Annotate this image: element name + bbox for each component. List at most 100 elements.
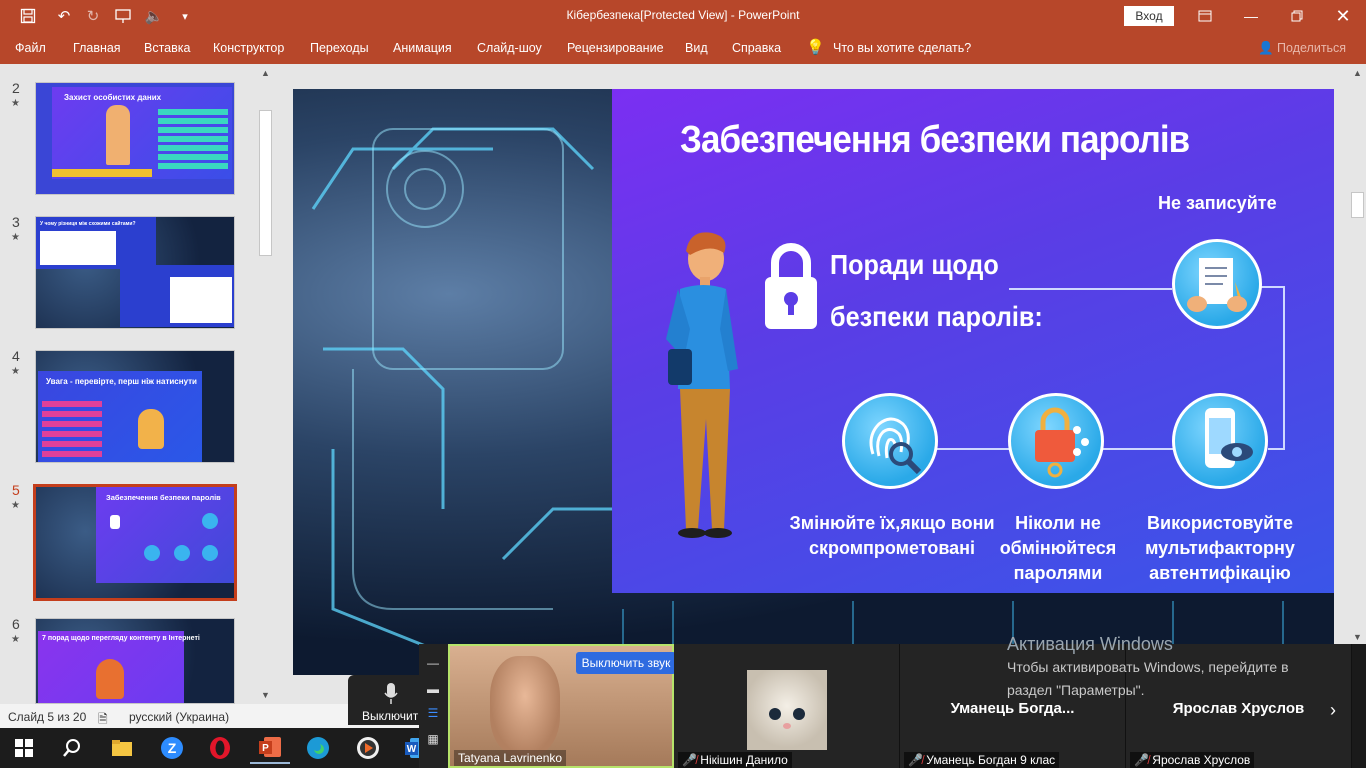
language-indicator[interactable]: русский (Украина) — [129, 710, 229, 724]
svg-text:W: W — [407, 744, 417, 755]
phone-biometric-icon — [1172, 393, 1268, 489]
thumb-number: 2 — [12, 80, 20, 96]
scroll-down-icon[interactable]: ▼ — [257, 690, 274, 700]
tip-never-share-caption[interactable]: Ніколи не обмінюйтеся паролями — [988, 511, 1128, 586]
slide-thumbnail-6[interactable]: 7 порад щодо перегляду контенту в Інтерн… — [35, 618, 235, 704]
advice-heading-line2[interactable]: безпеки паролів: — [830, 301, 1043, 333]
scroll-thumb[interactable] — [1351, 192, 1364, 218]
advice-heading-line1[interactable]: Поради щодо — [830, 249, 999, 281]
tab-transitions[interactable]: Переходы — [310, 41, 369, 55]
thumb-title: Увага - перевірте, перш ніж натиснути — [46, 377, 197, 386]
search-icon[interactable] — [52, 732, 92, 764]
slide-thumbnail-5[interactable]: Забезпечення безпеки паролів — [33, 484, 237, 601]
zoom-app-icon[interactable]: Z — [152, 732, 192, 764]
slide-thumbnail-3[interactable]: У чому різниця між схожими сайтами? — [35, 216, 235, 329]
single-view-icon[interactable]: ▬ — [426, 682, 440, 696]
scroll-thumb[interactable] — [259, 110, 272, 256]
svg-text:P: P — [262, 743, 269, 754]
tip-line: скромпрометовані — [808, 538, 976, 558]
participant-tile[interactable]: Tatyana Lavrinenko Выключить звук ··· — [448, 644, 700, 768]
thumb-number: 3 — [12, 214, 20, 230]
content-panel: Забезпечення безпеки паролів Поради щодо… — [612, 89, 1334, 593]
file-explorer-icon[interactable] — [102, 732, 142, 764]
redo-icon[interactable]: ↻ — [82, 0, 104, 32]
tab-design[interactable]: Конструктор — [213, 41, 284, 55]
star-icon: ★ — [11, 634, 20, 645]
thumb-title: Захист особистих даних — [64, 93, 162, 102]
sign-in-button[interactable]: Вход — [1124, 6, 1174, 26]
customize-icon[interactable]: ▾ — [176, 0, 194, 32]
save-icon[interactable] — [14, 0, 42, 32]
slide-thumbnail-2[interactable]: Захист особистих даних — [35, 82, 235, 195]
participant-name: 🎤̸ Нікішин Данило — [678, 752, 792, 768]
present-icon[interactable] — [110, 0, 136, 32]
zoom-mic-control[interactable]: Выключит — [348, 675, 428, 725]
tab-insert[interactable]: Вставка — [144, 41, 190, 55]
strip-view-icon[interactable]: ☰ — [426, 706, 440, 720]
share-button[interactable]: 👤 Поделиться — [1258, 41, 1346, 56]
slide-thumbnail-4[interactable]: Увага - перевірте, перш ніж натиснути — [35, 350, 235, 463]
dont-write-label[interactable]: Не записуйте — [1158, 193, 1277, 214]
tab-home[interactable]: Главная — [73, 41, 121, 55]
tab-review[interactable]: Рецензирование — [567, 41, 664, 55]
participant-display-name: Ярослав Хруслов — [1172, 700, 1305, 717]
participant-name: 🎤̸ Уманець Богдан 9 клас — [904, 752, 1060, 768]
participant-video — [490, 656, 560, 756]
opera-icon[interactable] — [200, 732, 240, 764]
tip-line: Змінюйте їх,якщо вони — [789, 513, 995, 533]
slide-counter[interactable]: Слайд 5 из 20 — [8, 710, 86, 724]
tab-file[interactable]: Файл — [15, 41, 46, 55]
padlock-icon — [765, 243, 817, 329]
ribbon-display-icon[interactable] — [1182, 0, 1228, 32]
minimize-icon[interactable]: — — [1228, 0, 1274, 32]
tab-view[interactable]: Вид — [685, 41, 708, 55]
star-icon: ★ — [11, 98, 20, 109]
person-illustration — [666, 232, 738, 538]
svg-text:Z: Z — [168, 740, 177, 756]
activation-line2: раздел "Параметры". — [1007, 682, 1145, 698]
tell-me-search[interactable]: Что вы хотите сделать? — [833, 41, 971, 55]
windows-activation-watermark: Активация Windows Чтобы активировать Win… — [1007, 634, 1289, 701]
tip-change-caption[interactable]: Змінюйте їх,якщо вони скромпрометовані — [772, 511, 1012, 561]
participant-name-text: Уманець Богдан 9 клас — [926, 753, 1056, 767]
windows-start-icon[interactable] — [4, 732, 44, 764]
minimize-strip-icon[interactable]: — — [426, 656, 440, 670]
tip-mfa-caption[interactable]: Використовуйте мультифакторну автентифік… — [1134, 511, 1306, 586]
slide-thumbnail-pane[interactable]: 2 ★ Захист особистих даних 3 ★ У чому рі… — [0, 64, 274, 704]
powerpoint-icon[interactable]: P — [250, 732, 290, 764]
gallery-view-icon[interactable]: ▦ — [426, 732, 440, 746]
thumbnail-scrollbar[interactable]: ▲ ▼ — [257, 64, 274, 704]
mute-participant-button[interactable]: Выключить звук — [576, 652, 676, 674]
thumb-number: 6 — [12, 616, 20, 632]
thumb-number: 4 — [12, 348, 20, 364]
participant-tile[interactable]: 🎤̸ Нікішин Данило — [674, 644, 900, 768]
participant-name-text: Нікішин Данило — [700, 753, 788, 767]
muted-mic-icon: 🎤̸ — [682, 753, 701, 767]
title-bar: ↶ ↻ 🔈 ▾ Кібербезпека[Protected View] - P… — [0, 0, 1366, 32]
edge-icon[interactable] — [298, 732, 338, 764]
scroll-up-icon[interactable]: ▲ — [257, 68, 274, 78]
thumb-number: 5 — [12, 482, 20, 498]
tab-help[interactable]: Справка — [732, 41, 781, 55]
slide-scrollbar[interactable]: ▲ ▼ — [1349, 64, 1366, 704]
tip-line: мультифакторну — [1145, 538, 1295, 558]
tip-line: паролями — [1013, 563, 1103, 583]
speaker-icon[interactable]: 🔈 — [140, 0, 168, 32]
microphone-icon — [384, 683, 398, 704]
lightbulb-icon: 💡 — [806, 39, 825, 56]
activation-title: Активация Windows — [1007, 634, 1173, 654]
scroll-down-icon[interactable]: ▼ — [1349, 632, 1366, 642]
chevron-right-icon[interactable]: › — [1330, 700, 1336, 721]
fingerprint-icon — [842, 393, 938, 489]
tab-animations[interactable]: Анимация — [393, 41, 452, 55]
thumb-title: У чому різниця між схожими сайтами? — [40, 221, 136, 227]
tab-slideshow[interactable]: Слайд-шоу — [477, 41, 542, 55]
slide-canvas[interactable]: Забезпечення безпеки паролів Поради щодо… — [293, 89, 1334, 675]
share-label: Поделиться — [1277, 41, 1347, 55]
scroll-up-icon[interactable]: ▲ — [1349, 68, 1366, 78]
undo-icon[interactable]: ↶ — [48, 0, 80, 32]
close-icon[interactable]: ✕ — [1320, 0, 1366, 32]
participant-name: Tatyana Lavrinenko — [454, 750, 567, 766]
media-player-icon[interactable] — [348, 732, 388, 764]
restore-icon[interactable] — [1274, 0, 1320, 32]
